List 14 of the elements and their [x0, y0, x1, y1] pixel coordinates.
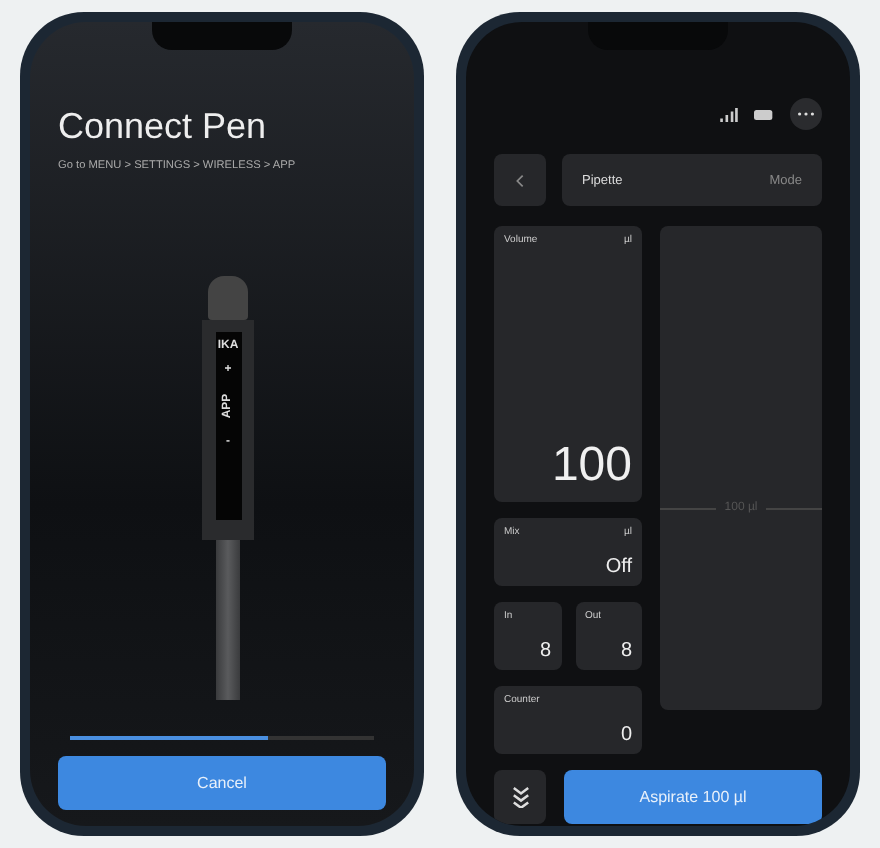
phone-notch	[152, 22, 292, 50]
chevrons-button[interactable]	[494, 770, 546, 824]
chevrons-down-icon	[511, 786, 529, 808]
screen-title: Connect Pen	[58, 106, 269, 148]
volume-value: 100	[551, 438, 632, 494]
in-value: 8	[539, 640, 551, 662]
counter-value: 0	[620, 724, 632, 746]
signal-icon	[720, 107, 738, 121]
out-value: 8	[620, 640, 632, 662]
more-button[interactable]	[790, 98, 822, 130]
battery-icon	[754, 109, 774, 119]
mix-value: Off	[605, 556, 632, 578]
back-icon	[516, 173, 524, 187]
pen-cap	[208, 276, 248, 320]
